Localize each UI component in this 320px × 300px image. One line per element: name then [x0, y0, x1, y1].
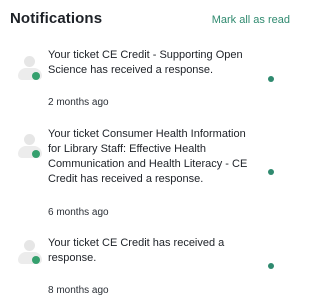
notifications-header: Notifications Mark all as read — [0, 0, 300, 40]
avatar — [18, 56, 48, 86]
notification-time: 8 months ago — [48, 285, 109, 296]
avatar — [18, 134, 48, 164]
notification-message: Your ticket Consumer Health Information … — [48, 128, 248, 185]
notification-message: Your ticket CE Credit has received a res… — [48, 237, 225, 264]
mark-read-dot[interactable] — [268, 169, 274, 175]
notification-item[interactable]: Your ticket CE Credit - Supporting Open … — [0, 46, 300, 116]
page-title: Notifications — [10, 10, 103, 27]
mark-all-read-button[interactable]: Mark all as read — [212, 14, 290, 26]
unread-indicator — [32, 150, 40, 158]
unread-indicator — [32, 72, 40, 80]
user-icon — [18, 56, 44, 82]
notification-time: 2 months ago — [48, 97, 109, 108]
notification-message: Your ticket CE Credit - Supporting Open … — [48, 49, 243, 76]
unread-indicator — [32, 256, 40, 264]
mark-read-dot[interactable] — [268, 76, 274, 82]
user-icon — [18, 240, 44, 266]
avatar — [18, 240, 48, 270]
mark-read-dot[interactable] — [268, 263, 274, 269]
notification-item[interactable]: Your ticket CE Credit has received a res… — [0, 234, 300, 300]
notification-time: 6 months ago — [48, 207, 109, 218]
notification-item[interactable]: Your ticket Consumer Health Information … — [0, 126, 300, 226]
user-icon — [18, 134, 44, 160]
